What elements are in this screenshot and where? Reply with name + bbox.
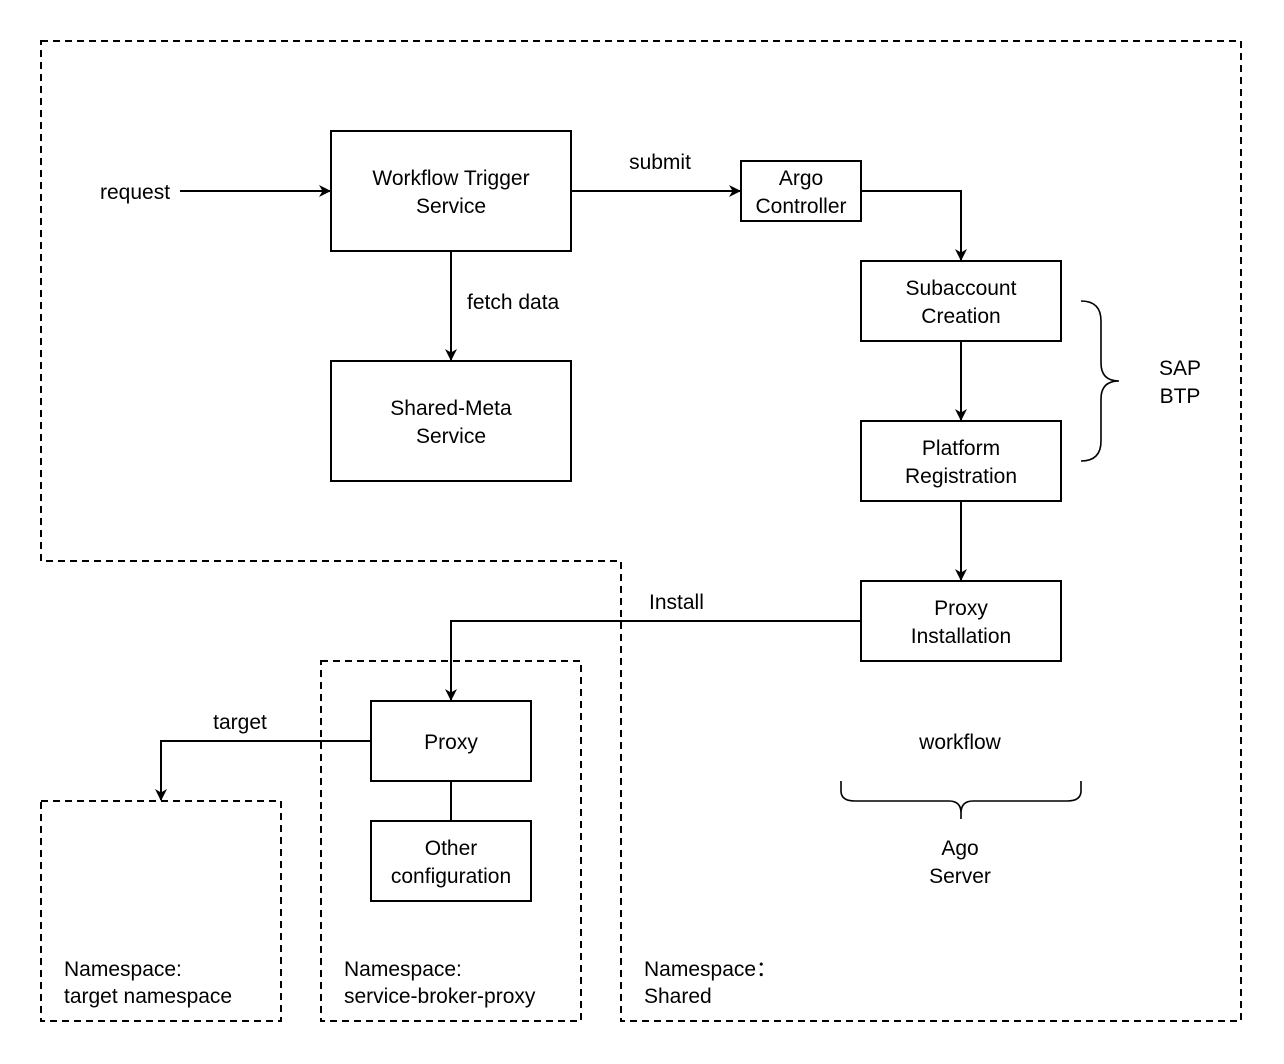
sap-btp-brace-icon [1080,300,1120,462]
node-proxy-installation[interactable]: Proxy Installation [860,580,1062,662]
namespace-service-broker-proxy-label: Namespace: [344,958,462,981]
node-other-configuration-line2: configuration [391,865,511,888]
edge-install-label: Install [649,591,704,614]
node-other-configuration[interactable]: Other configuration [370,820,532,902]
node-argo-controller-line2: Controller [755,195,846,218]
edge-target [155,740,371,801]
edge-fetch-data-label: fetch data [467,291,560,314]
node-subaccount-creation[interactable]: Subaccount Creation [860,260,1062,342]
node-platform-registration-line1: Platform [922,437,1000,460]
node-proxy-label: Proxy [424,731,478,754]
node-subaccount-creation-line2: Creation [921,305,1000,328]
node-proxy-installation-line1: Proxy [934,597,988,620]
node-other-configuration-line1: Other [425,837,478,860]
node-workflow-trigger-service[interactable]: Workflow Trigger Service [330,130,572,252]
node-argo-controller[interactable]: Argo Controller [740,160,862,222]
edge-request-label: request [100,181,170,204]
node-argo-controller-line1: Argo [779,167,823,190]
ago-server-brace-icon [840,781,1082,819]
architecture-diagram: Namespace： Shared Namespace: service-bro… [40,40,1242,1022]
ago-server-label-line1: Ago [941,837,978,860]
node-workflow-trigger-service-line2: Service [416,195,486,218]
workflow-annotation: workflow [918,731,1002,754]
edge-argo-to-subaccount [861,190,967,261]
edge-install [445,620,861,701]
node-shared-meta-service-line2: Service [416,425,486,448]
edge-submit-label: submit [629,151,691,174]
node-platform-registration-line2: Registration [905,465,1017,488]
sap-btp-label-line1: SAP [1159,357,1201,380]
namespace-shared-name: Shared [644,985,712,1008]
namespace-target-name: target namespace [64,985,232,1008]
node-shared-meta-service-line1: Shared-Meta [390,397,512,420]
namespace-target-label: Namespace: [64,958,182,981]
ago-server-label-line2: Server [929,865,991,888]
node-proxy-installation-line2: Installation [911,625,1011,648]
node-platform-registration[interactable]: Platform Registration [860,420,1062,502]
namespace-shared-region [40,40,1242,1022]
sap-btp-label-line2: BTP [1160,385,1201,408]
namespace-shared-label: Namespace： [644,958,777,981]
node-shared-meta-service[interactable]: Shared-Meta Service [330,360,572,482]
edge-target-label: target [213,711,267,734]
node-workflow-trigger-service-line1: Workflow Trigger [372,167,529,190]
node-proxy[interactable]: Proxy [370,700,532,782]
namespace-service-broker-proxy-name: service-broker-proxy [344,985,536,1008]
node-subaccount-creation-line1: Subaccount [906,277,1017,300]
